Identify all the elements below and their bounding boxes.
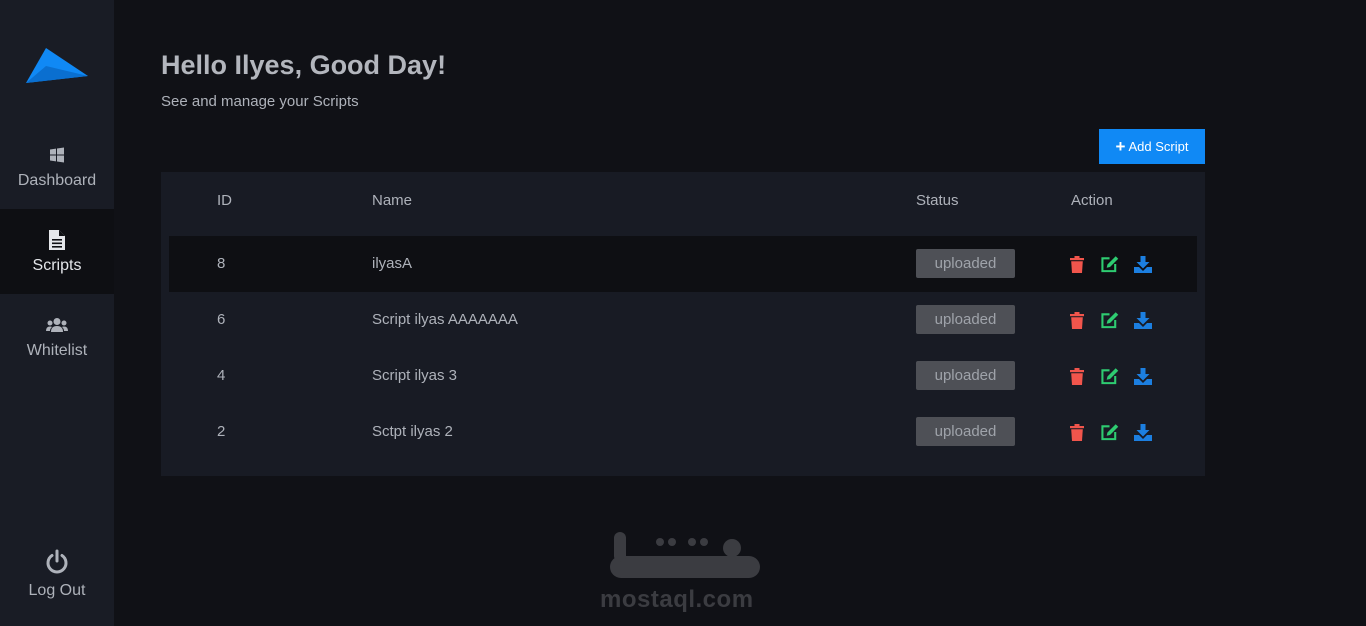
trash-icon[interactable] bbox=[1068, 311, 1086, 329]
sidebar-item-dashboard[interactable]: Dashboard bbox=[0, 124, 114, 209]
column-header-action: Action bbox=[1071, 192, 1113, 209]
table-row: 4 Script ilyas 3 uploaded bbox=[169, 348, 1197, 404]
mostaql-watermark: mostaql.com bbox=[590, 528, 776, 616]
edit-icon[interactable] bbox=[1101, 255, 1119, 273]
status-badge: uploaded bbox=[916, 305, 1015, 334]
trash-icon[interactable] bbox=[1068, 367, 1086, 385]
table-row: 8 ilyasA uploaded bbox=[169, 236, 1197, 292]
windows-icon bbox=[49, 144, 65, 166]
row-id: 6 bbox=[217, 311, 226, 328]
page-title: Hello Ilyes, Good Day! bbox=[161, 50, 447, 80]
trash-icon[interactable] bbox=[1068, 255, 1086, 273]
file-icon bbox=[48, 229, 66, 251]
sidebar-item-label: Scripts bbox=[32, 256, 82, 274]
add-script-button[interactable]: + Add Script bbox=[1099, 129, 1205, 164]
table-row: 6 Script ilyas AAAAAAA uploaded bbox=[169, 292, 1197, 348]
row-actions bbox=[1068, 311, 1152, 329]
column-header-id: ID bbox=[217, 192, 232, 209]
watermark-arabic-logo bbox=[610, 532, 760, 578]
row-actions bbox=[1068, 255, 1152, 273]
logout-button[interactable]: Log Out bbox=[0, 531, 114, 616]
column-header-name: Name bbox=[372, 192, 413, 209]
sidebar-item-label: Dashboard bbox=[17, 171, 97, 189]
sidebar-item-scripts[interactable]: Scripts bbox=[0, 209, 114, 294]
row-id: 2 bbox=[217, 423, 226, 440]
power-icon bbox=[44, 548, 70, 576]
row-id: 4 bbox=[217, 367, 226, 384]
sidebar-item-whitelist[interactable]: Whitelist bbox=[0, 294, 114, 379]
column-header-status: Status bbox=[916, 192, 959, 209]
watermark-text: mostaql.com bbox=[600, 586, 754, 613]
plus-icon: + bbox=[1115, 137, 1126, 156]
download-icon[interactable] bbox=[1134, 367, 1152, 385]
status-badge: uploaded bbox=[916, 361, 1015, 390]
add-script-label: Add Script bbox=[1128, 139, 1189, 154]
edit-icon[interactable] bbox=[1101, 311, 1119, 329]
download-icon[interactable] bbox=[1134, 255, 1152, 273]
row-name: Script ilyas 3 bbox=[372, 367, 458, 384]
row-name: Script ilyas AAAAAAA bbox=[372, 311, 518, 328]
sidebar: Dashboard Scripts Whitelist Log Out bbox=[0, 0, 114, 626]
download-icon[interactable] bbox=[1134, 423, 1152, 441]
row-actions bbox=[1068, 367, 1152, 385]
row-name: ilyasA bbox=[372, 255, 413, 272]
sidebar-item-label: Whitelist bbox=[26, 341, 88, 359]
status-badge: uploaded bbox=[916, 417, 1015, 446]
edit-icon[interactable] bbox=[1101, 423, 1119, 441]
row-actions bbox=[1068, 423, 1152, 441]
page-subtitle: See and manage your Scripts bbox=[161, 93, 359, 110]
row-name: Sctpt ilyas 2 bbox=[372, 423, 453, 440]
row-id: 8 bbox=[217, 255, 226, 272]
scripts-table: ID Name Status Action 8 ilyasA uploaded … bbox=[161, 172, 1205, 476]
status-badge: uploaded bbox=[916, 249, 1015, 278]
logout-label: Log Out bbox=[28, 581, 86, 599]
trash-icon[interactable] bbox=[1068, 423, 1086, 441]
brand-logo[interactable] bbox=[24, 46, 90, 84]
table-row: 2 Sctpt ilyas 2 uploaded bbox=[169, 404, 1197, 460]
users-icon bbox=[46, 314, 68, 336]
table-header: ID Name Status Action bbox=[161, 172, 1205, 230]
download-icon[interactable] bbox=[1134, 311, 1152, 329]
edit-icon[interactable] bbox=[1101, 367, 1119, 385]
